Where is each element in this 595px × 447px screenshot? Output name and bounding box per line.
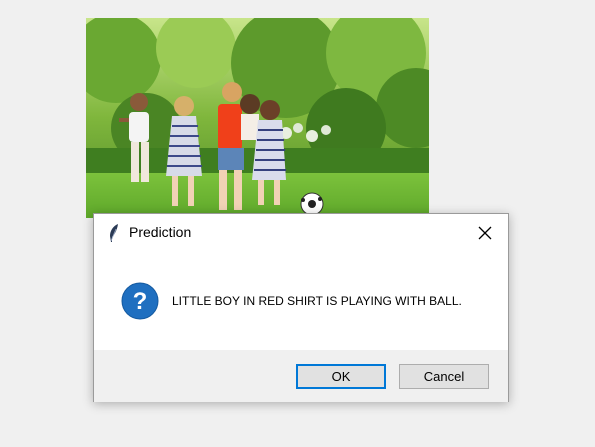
ok-button[interactable]: OK [296,364,386,389]
prediction-dialog: Prediction ? LITTLE BOY IN RED SHIRT IS … [93,213,509,402]
dialog-title: Prediction [129,224,192,240]
cancel-button[interactable]: Cancel [399,364,489,389]
svg-text:?: ? [133,288,148,315]
dialog-titlebar[interactable]: Prediction [94,214,508,252]
dialog-content: ? LITTLE BOY IN RED SHIRT IS PLAYING WIT… [94,252,508,350]
close-icon [478,226,492,240]
dialog-button-bar: OK Cancel [94,350,508,402]
dialog-message: LITTLE BOY IN RED SHIRT IS PLAYING WITH … [172,294,462,308]
feather-icon [108,223,120,243]
desktop: Prediction ? LITTLE BOY IN RED SHIRT IS … [0,0,595,447]
children-playing-soccer-photo [86,18,429,218]
close-button[interactable] [462,214,508,252]
question-icon: ? [121,282,159,320]
